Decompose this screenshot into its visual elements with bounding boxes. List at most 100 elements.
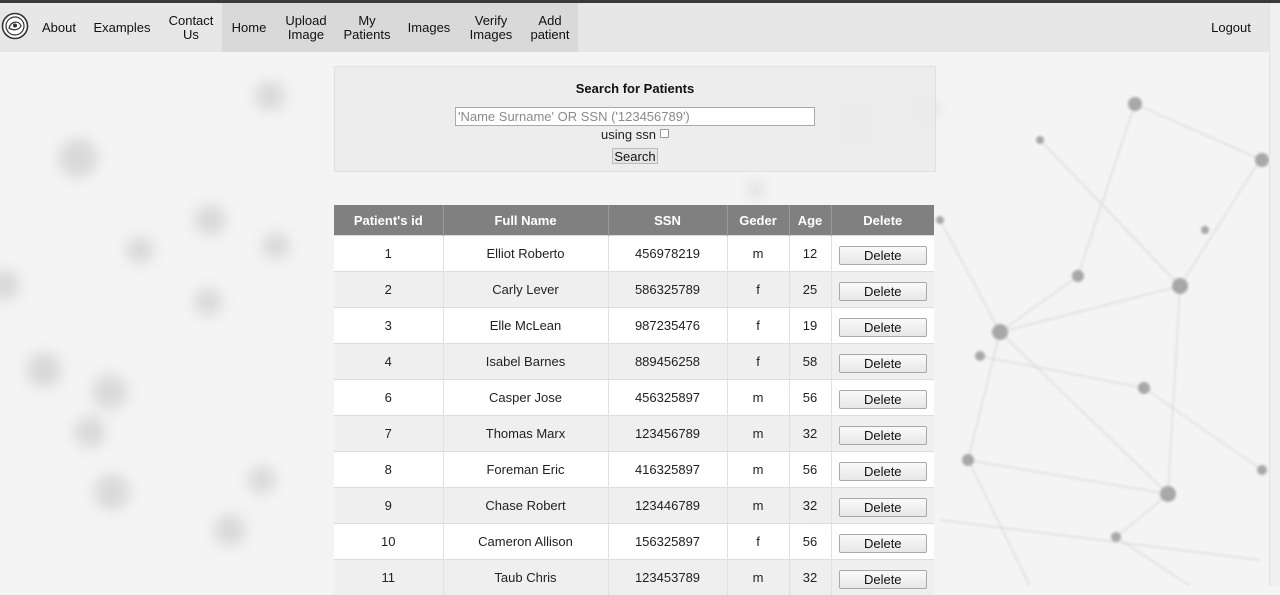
- cell-delete: Delete: [831, 560, 934, 595]
- cell-name: Foreman Eric: [443, 452, 608, 488]
- header-delete: Delete: [831, 205, 934, 236]
- cell-delete: Delete: [831, 236, 934, 272]
- nav-upload-image-label: Upload Image: [284, 14, 328, 42]
- cell-gender: m: [727, 560, 789, 595]
- delete-button[interactable]: Delete: [839, 462, 927, 481]
- delete-button[interactable]: Delete: [839, 498, 927, 517]
- cell-ssn: 123446789: [608, 488, 727, 524]
- cell-id: 6: [334, 380, 443, 416]
- cell-age: 32: [789, 488, 831, 524]
- delete-button[interactable]: Delete: [839, 246, 927, 265]
- window-top-edge: [0, 0, 1280, 3]
- page-scrollbar[interactable]: [1269, 3, 1280, 586]
- cell-gender: f: [727, 524, 789, 560]
- cell-delete: Delete: [831, 452, 934, 488]
- search-input[interactable]: [455, 107, 815, 126]
- cell-id: 3: [334, 308, 443, 344]
- header-age[interactable]: Age: [789, 205, 831, 236]
- nav-home[interactable]: Home: [222, 3, 276, 52]
- nav-about[interactable]: About: [32, 3, 86, 52]
- cell-name: Chase Robert: [443, 488, 608, 524]
- cell-name: Cameron Allison: [443, 524, 608, 560]
- delete-button[interactable]: Delete: [839, 354, 927, 373]
- nav-verify-images-label: Verify Images: [469, 14, 513, 42]
- table-row: 11 Taub Chris 123453789 m 32 Delete: [334, 560, 934, 595]
- ssn-checkbox-label: using ssn: [601, 127, 656, 142]
- cell-ssn: 456978219: [608, 236, 727, 272]
- table-row: 10 Cameron Allison 156325897 f 56 Delete: [334, 524, 934, 560]
- cell-id: 2: [334, 272, 443, 308]
- cell-ssn: 416325897: [608, 452, 727, 488]
- cell-delete: Delete: [831, 308, 934, 344]
- ssn-checkbox[interactable]: [660, 129, 669, 138]
- cell-id: 1: [334, 236, 443, 272]
- cell-ssn: 123453789: [608, 560, 727, 595]
- nav-logout[interactable]: Logout: [1200, 3, 1262, 52]
- patients-table: Patient's id Full Name SSN Geder Age Del…: [334, 205, 934, 595]
- cell-gender: m: [727, 488, 789, 524]
- delete-button[interactable]: Delete: [839, 534, 927, 553]
- cell-ssn: 456325897: [608, 380, 727, 416]
- cell-age: 56: [789, 380, 831, 416]
- table-row: 1 Elliot Roberto 456978219 m 12 Delete: [334, 236, 934, 272]
- nav-verify-images[interactable]: Verify Images: [460, 3, 522, 52]
- cell-age: 19: [789, 308, 831, 344]
- cell-name: Carly Lever: [443, 272, 608, 308]
- cell-id: 7: [334, 416, 443, 452]
- table-row: 2 Carly Lever 586325789 f 25 Delete: [334, 272, 934, 308]
- table-row: 3 Elle McLean 987235476 f 19 Delete: [334, 308, 934, 344]
- cell-ssn: 987235476: [608, 308, 727, 344]
- table-row: 9 Chase Robert 123446789 m 32 Delete: [334, 488, 934, 524]
- cell-age: 12: [789, 236, 831, 272]
- cell-age: 58: [789, 344, 831, 380]
- search-button[interactable]: Search: [612, 148, 658, 164]
- cell-gender: m: [727, 452, 789, 488]
- cell-delete: Delete: [831, 416, 934, 452]
- table-row: 4 Isabel Barnes 889456258 f 58 Delete: [334, 344, 934, 380]
- cell-age: 32: [789, 416, 831, 452]
- cell-gender: f: [727, 308, 789, 344]
- cell-delete: Delete: [831, 488, 934, 524]
- nav-contact-us-label: Contact Us: [168, 14, 214, 42]
- cell-ssn: 586325789: [608, 272, 727, 308]
- nav-contact-us[interactable]: Contact Us: [160, 3, 222, 52]
- nav-my-patients-label: My Patients: [342, 14, 392, 42]
- delete-button[interactable]: Delete: [839, 318, 927, 337]
- nav-add-patient-label: Add patient: [528, 14, 572, 42]
- nav-upload-image[interactable]: Upload Image: [276, 3, 336, 52]
- nav-add-patient[interactable]: Add patient: [522, 3, 578, 52]
- cell-name: Casper Jose: [443, 380, 608, 416]
- delete-button[interactable]: Delete: [839, 282, 927, 301]
- table-row: 6 Casper Jose 456325897 m 56 Delete: [334, 380, 934, 416]
- cell-age: 32: [789, 560, 831, 595]
- delete-button[interactable]: Delete: [839, 390, 927, 409]
- nav-images[interactable]: Images: [398, 3, 460, 52]
- cell-id: 9: [334, 488, 443, 524]
- cell-name: Isabel Barnes: [443, 344, 608, 380]
- cell-ssn: 889456258: [608, 344, 727, 380]
- table-header-row: Patient's id Full Name SSN Geder Age Del…: [334, 205, 934, 236]
- nav-about-label: About: [42, 21, 76, 35]
- header-full-name[interactable]: Full Name: [443, 205, 608, 236]
- cell-gender: f: [727, 272, 789, 308]
- cell-name: Thomas Marx: [443, 416, 608, 452]
- cell-delete: Delete: [831, 524, 934, 560]
- cell-age: 56: [789, 452, 831, 488]
- delete-button[interactable]: Delete: [839, 426, 927, 445]
- nav-examples-label: Examples: [93, 21, 150, 35]
- clinic-logo-icon[interactable]: [1, 12, 29, 40]
- cell-gender: f: [727, 344, 789, 380]
- search-title: Search for Patients: [335, 81, 935, 96]
- nav-examples[interactable]: Examples: [86, 3, 158, 52]
- ssn-option: using ssn: [335, 127, 935, 142]
- header-ssn[interactable]: SSN: [608, 205, 727, 236]
- cell-id: 11: [334, 560, 443, 595]
- header-patient-id[interactable]: Patient's id: [334, 205, 443, 236]
- nav-home-label: Home: [232, 21, 267, 35]
- header-gender[interactable]: Geder: [727, 205, 789, 236]
- nav-my-patients[interactable]: My Patients: [336, 3, 398, 52]
- cell-id: 8: [334, 452, 443, 488]
- cell-gender: m: [727, 416, 789, 452]
- cell-age: 56: [789, 524, 831, 560]
- table-row: 8 Foreman Eric 416325897 m 56 Delete: [334, 452, 934, 488]
